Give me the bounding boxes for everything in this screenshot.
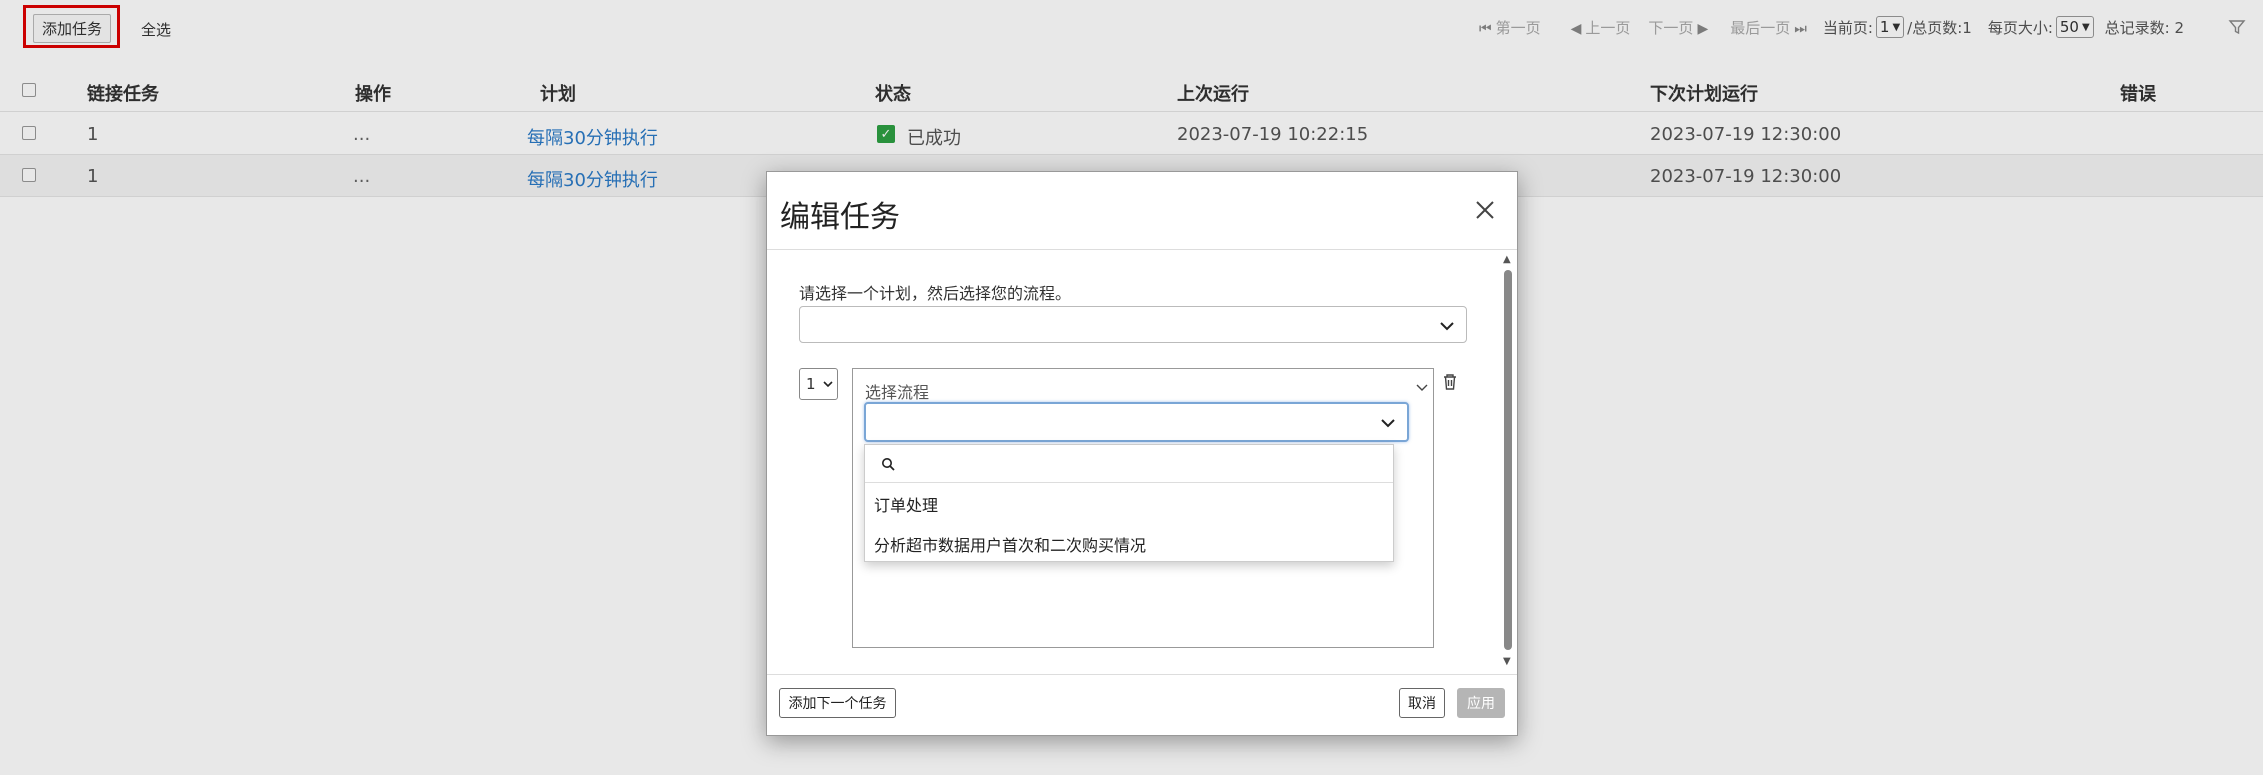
plan-select[interactable] xyxy=(799,306,1467,343)
delete-step-button[interactable] xyxy=(1442,373,1458,395)
chevron-down-icon xyxy=(1416,384,1428,391)
dialog-title: 编辑任务 xyxy=(780,200,900,235)
divider xyxy=(767,674,1517,675)
trash-icon xyxy=(1444,374,1456,390)
close-button[interactable] xyxy=(1473,198,1497,222)
flow-option[interactable]: 订单处理 xyxy=(874,492,938,516)
dropdown-search-input[interactable] xyxy=(901,451,1381,477)
cancel-button[interactable]: 取消 xyxy=(1399,688,1445,718)
add-next-task-button[interactable]: 添加下一个任务 xyxy=(779,688,896,718)
dropdown-search xyxy=(865,445,1393,483)
flow-dropdown: 订单处理 分析超市数据用户首次和二次购买情况 xyxy=(864,444,1394,562)
chevron-down-icon xyxy=(1440,322,1454,331)
close-icon xyxy=(1476,201,1494,219)
flow-select-input[interactable] xyxy=(864,402,1409,442)
step-number-select[interactable]: 1 xyxy=(799,368,838,400)
scroll-down-icon[interactable]: ▼ xyxy=(1503,656,1511,667)
flow-option[interactable]: 分析超市数据用户首次和二次购买情况 xyxy=(874,532,1146,556)
divider xyxy=(767,249,1517,250)
apply-button[interactable]: 应用 xyxy=(1457,688,1505,718)
flow-select-label[interactable]: 选择流程 xyxy=(865,379,929,403)
chevron-down-icon xyxy=(822,381,833,388)
dialog-scrollbar[interactable]: ▲ ▼ xyxy=(1500,252,1516,670)
scroll-up-icon[interactable]: ▲ xyxy=(1503,254,1511,265)
search-icon xyxy=(882,458,895,471)
chevron-down-icon xyxy=(1381,419,1395,428)
scroll-thumb[interactable] xyxy=(1504,270,1512,650)
plan-prompt: 请选择一个计划，然后选择您的流程。 xyxy=(799,284,1072,303)
